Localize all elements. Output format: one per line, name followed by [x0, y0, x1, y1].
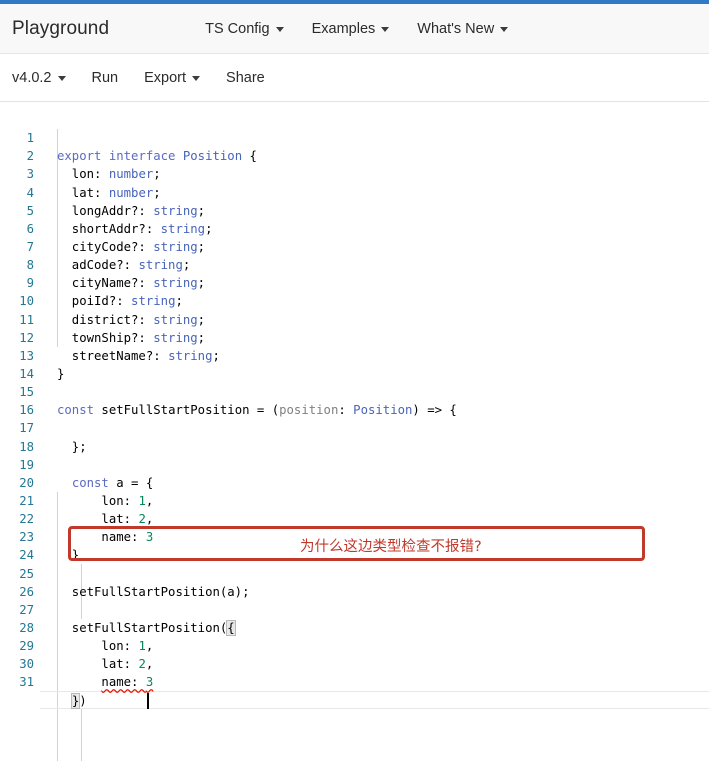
code-line[interactable]: 11 townShip?: string;	[0, 292, 709, 345]
code-line[interactable]: 4 longAddr?: string;	[0, 165, 709, 218]
nav-item-whats-new[interactable]: What's New	[417, 20, 509, 37]
code-line[interactable]: 10 district?: string;	[0, 274, 709, 326]
editor-toolbar: v4.0.2 Run Export Share	[0, 54, 709, 102]
code-line[interactable]: 13 }	[0, 329, 709, 381]
nav-item-label: What's New	[417, 20, 495, 37]
line-number: 31	[19, 675, 34, 690]
version-selector[interactable]: v4.0.2	[12, 70, 66, 86]
indent-guide	[81, 709, 82, 761]
line-content: })	[70, 692, 87, 709]
code-line[interactable]: 31 })	[0, 655, 709, 709]
code-line[interactable]: 18	[0, 419, 709, 454]
code-line[interactable]: 16	[0, 383, 709, 417]
code-line[interactable]: 6 cityCode?: string;	[0, 202, 709, 254]
chevron-down-icon	[500, 27, 509, 32]
chevron-down-icon	[192, 76, 201, 81]
code-line[interactable]: 2 lon: number;	[0, 129, 709, 181]
code-line[interactable]: 7 adCode?: string;	[0, 220, 709, 272]
run-button[interactable]: Run	[92, 70, 119, 86]
code-line[interactable]: 26	[0, 565, 709, 599]
chevron-down-icon	[381, 27, 390, 32]
code-line[interactable]: 1 export interface Position {	[0, 111, 709, 163]
code-editor[interactable]: 1 export interface Position { 2 lon: num…	[0, 102, 709, 761]
code-line[interactable]: 14	[0, 347, 709, 381]
line-content: name: 3	[57, 673, 153, 691]
code-line[interactable]: 3 lat: number;	[0, 147, 709, 199]
export-label: Export	[144, 69, 187, 86]
nav-item-label: TS Config	[205, 20, 270, 37]
code-line[interactable]: 30 name: 3	[0, 637, 709, 689]
share-button[interactable]: Share	[226, 70, 265, 86]
code-line[interactable]: 9 poiId?: string;	[0, 256, 709, 308]
code-line[interactable]: 19 const a = {	[0, 438, 709, 490]
playground-page: Playground TS Config Examples What's New…	[0, 0, 709, 761]
chevron-down-icon	[57, 76, 66, 81]
nav-item-ts-config[interactable]: TS Config	[205, 20, 284, 37]
code-line[interactable]: 8 cityName?: string;	[0, 238, 709, 290]
page-title: Playground	[12, 17, 110, 39]
site-header: Playground TS Config Examples What's New	[0, 4, 709, 54]
main-nav: TS Config Examples What's New	[205, 20, 509, 37]
export-menu[interactable]: Export	[144, 69, 201, 86]
code-line[interactable]: 12 streetName?: string;	[0, 311, 709, 363]
code-line[interactable]: 28 lon: 1,	[0, 601, 709, 653]
code-line[interactable]: 21 lat: 2,	[0, 474, 709, 526]
type-error-squiggle: name: 3	[101, 675, 154, 690]
bracket-match-close: }	[70, 692, 81, 709]
text-cursor	[147, 693, 149, 709]
annotation-text: 为什么这边类型检查不报错?	[300, 539, 482, 555]
code-line[interactable]: 15 const setFullStartPosition = (positio…	[0, 365, 709, 417]
code-line[interactable]: 27 setFullStartPosition({	[0, 583, 709, 636]
code-line[interactable]: 5 shortAddr?: string;	[0, 184, 709, 236]
code-line[interactable]: 29 lat: 2,	[0, 619, 709, 671]
code-line[interactable]: 23 }	[0, 510, 709, 562]
run-label: Run	[91, 69, 119, 86]
version-label: v4.0.2	[12, 69, 52, 86]
chevron-down-icon	[275, 27, 284, 32]
nav-item-examples[interactable]: Examples	[312, 21, 390, 37]
share-label: Share	[226, 69, 265, 86]
code-line[interactable]: 20 lon: 1,	[0, 456, 709, 508]
code-line[interactable]: 17 };	[0, 401, 709, 453]
nav-item-label: Examples	[311, 20, 376, 37]
active-line-highlight	[40, 691, 709, 710]
code-lines[interactable]: 1 export interface Position { 2 lon: num…	[0, 102, 709, 709]
code-line[interactable]: 22 name: 3	[0, 492, 709, 544]
